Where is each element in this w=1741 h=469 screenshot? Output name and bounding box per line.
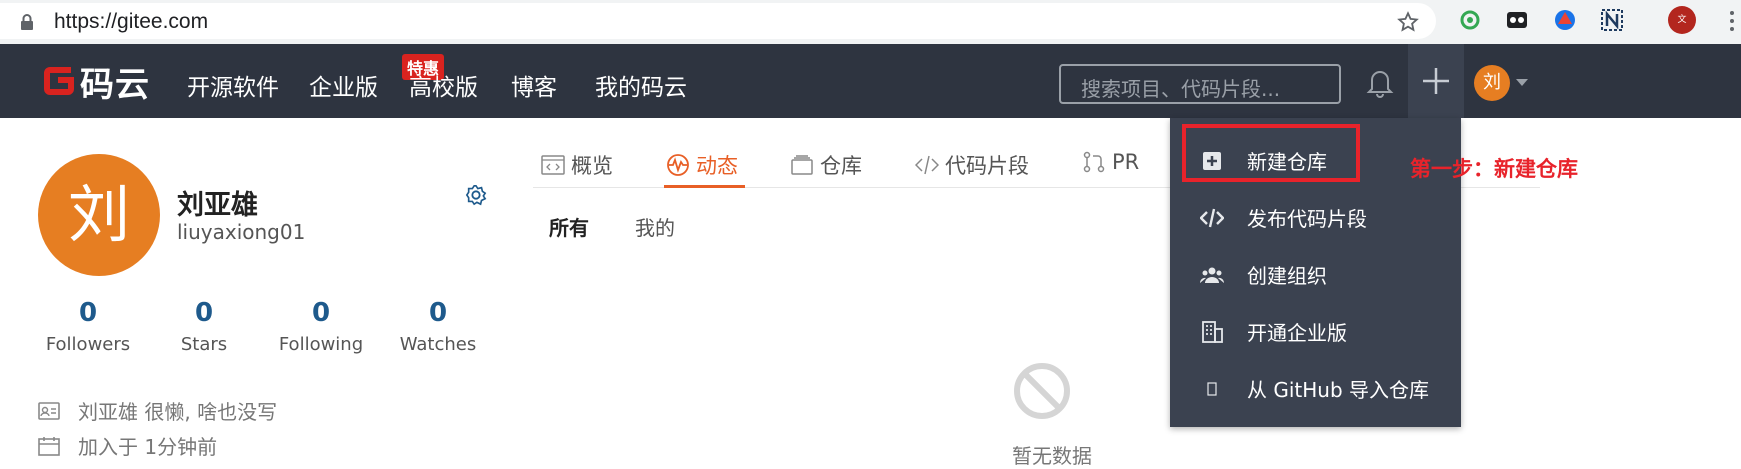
bell-icon[interactable] xyxy=(1366,66,1394,98)
calendar-icon xyxy=(38,436,60,456)
users-icon xyxy=(1200,267,1224,283)
nav-blog[interactable]: 博客 xyxy=(511,68,557,102)
stat-stars[interactable]: 0 Stars xyxy=(144,298,264,355)
stat-value: 0 xyxy=(78,298,98,328)
plus-icon xyxy=(1423,68,1449,94)
nav-open-source[interactable]: 开源软件 xyxy=(187,68,279,102)
profile-avatar: 刘 xyxy=(38,154,160,276)
stat-label: Followers xyxy=(45,334,131,355)
gear-icon[interactable] xyxy=(465,184,487,206)
browser-menu-icon[interactable] xyxy=(1729,10,1735,32)
bookmark-star-icon[interactable] xyxy=(1397,11,1419,33)
profile-bio: 刘亚雄 很懒, 啥也没写 xyxy=(78,400,278,424)
repo-icon xyxy=(791,155,813,175)
tab-pull-requests[interactable]: PR xyxy=(1082,150,1139,174)
user-avatar[interactable]: 刘 xyxy=(1474,65,1510,101)
extension-n-icon[interactable] xyxy=(1600,8,1624,32)
create-menu-button[interactable] xyxy=(1408,44,1464,118)
menu-item-label: 创建组织 xyxy=(1247,264,1327,288)
active-tab-indicator xyxy=(664,185,745,188)
search-input[interactable]: 搜索项目、代码片段... xyxy=(1059,64,1341,104)
url-text: https://gitee.com xyxy=(54,10,209,33)
menu-item-enterprise[interactable]: 开通企业版 xyxy=(1170,303,1461,360)
code-icon xyxy=(915,155,939,175)
code-window-icon xyxy=(541,155,565,175)
tab-activity[interactable]: 动态 xyxy=(666,150,738,180)
stat-label: Stars xyxy=(180,334,228,355)
tab-repositories[interactable]: 仓库 xyxy=(790,150,862,180)
stat-value: 0 xyxy=(194,298,214,328)
subtab-mine[interactable]: 我的 xyxy=(635,212,675,241)
pulse-icon xyxy=(667,154,689,176)
code-icon xyxy=(1200,208,1224,227)
address-bar[interactable]: https://gitee.com xyxy=(0,3,1436,39)
stat-followers[interactable]: 0 Followers xyxy=(28,298,148,355)
tab-label: 代码片段 xyxy=(945,154,1029,178)
profile-name: 刘亚雄 xyxy=(177,190,258,221)
menu-item-publish-snippet[interactable]: 发布代码片段 xyxy=(1170,189,1461,246)
no-data-icon xyxy=(1014,363,1070,419)
building-icon xyxy=(1202,320,1223,343)
profile-username: liuyaxiong01 xyxy=(177,220,306,244)
logo-text: 码云 xyxy=(80,64,150,105)
extension-mask-icon[interactable] xyxy=(1505,8,1529,32)
subtab-all[interactable]: 所有 xyxy=(549,212,589,241)
stat-label: Following xyxy=(278,334,364,355)
gitee-g-icon xyxy=(44,67,74,95)
stat-label: Watches xyxy=(399,334,477,355)
tab-label: 概览 xyxy=(571,154,613,178)
nav-my-gitee[interactable]: 我的码云 xyxy=(595,68,687,102)
stat-watches[interactable]: 0 Watches xyxy=(378,298,498,355)
extension-globe-icon[interactable] xyxy=(1553,8,1577,32)
stat-value: 0 xyxy=(428,298,448,328)
annotation-highlight-box xyxy=(1182,124,1360,182)
id-card-icon xyxy=(38,401,60,420)
github-icon xyxy=(1207,381,1217,396)
menu-item-label: 开通企业版 xyxy=(1247,321,1347,345)
profile-joined-row: 加入于 1分钟前 xyxy=(38,431,217,460)
profile-joined: 加入于 1分钟前 xyxy=(78,435,218,459)
tab-label: 仓库 xyxy=(820,154,862,178)
stat-following[interactable]: 0 Following xyxy=(261,298,381,355)
nav-enterprise[interactable]: 企业版 xyxy=(309,68,378,102)
site-logo[interactable]: 码云 xyxy=(42,59,150,105)
annotation-text: 第一步：新建仓库 xyxy=(1410,157,1578,181)
menu-item-label: 从 GitHub 导入仓库 xyxy=(1247,378,1430,402)
nav-university[interactable]: 高校版 xyxy=(409,68,478,102)
empty-state-text: 暂无数据 xyxy=(1012,444,1092,468)
profile-bio-row: 刘亚雄 很懒, 啥也没写 xyxy=(38,396,277,425)
stat-value: 0 xyxy=(311,298,331,328)
tab-overview[interactable]: 概览 xyxy=(541,150,613,180)
lock-icon xyxy=(21,14,33,30)
menu-item-label: 发布代码片段 xyxy=(1247,207,1367,231)
site-header: 码云 开源软件 企业版 特惠 高校版 博客 我的码云 搜索项目、代码片段... … xyxy=(0,44,1741,118)
menu-item-create-org[interactable]: 创建组织 xyxy=(1170,246,1461,303)
tab-label: PR xyxy=(1112,150,1140,174)
browser-toolbar: https://gitee.com 文 xyxy=(0,0,1741,44)
menu-item-import-github[interactable]: 从 GitHub 导入仓库 xyxy=(1170,360,1461,417)
chevron-down-icon[interactable] xyxy=(1516,79,1528,86)
pull-request-icon xyxy=(1083,151,1105,173)
browser-profile-avatar[interactable]: 文 xyxy=(1668,6,1696,34)
tab-snippets[interactable]: 代码片段 xyxy=(915,150,1029,180)
tab-label: 动态 xyxy=(696,154,738,178)
extension-leaf-icon[interactable] xyxy=(1458,8,1482,32)
